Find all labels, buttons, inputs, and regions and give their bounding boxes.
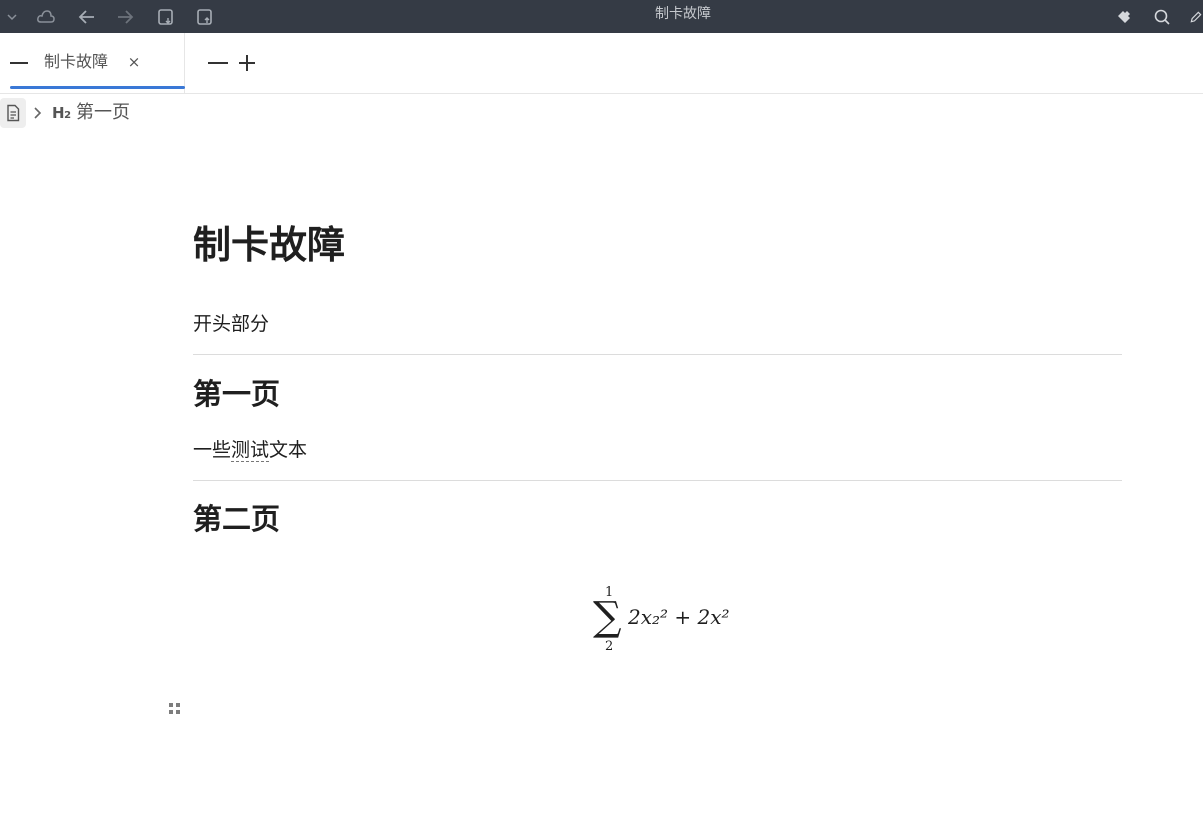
heading-level-icon: H2 [52,104,71,122]
document-icon[interactable] [0,98,26,128]
breadcrumb-item[interactable]: 第一页 [76,102,130,124]
chevron-right-icon [31,104,45,122]
plugin-icon[interactable] [1113,0,1135,33]
math-formula[interactable]: 1 ∑ 2 2x₂² + 2x² [593,580,733,660]
sum-sign-icon: ∑ [593,594,622,640]
window-title: 制卡故障 [655,6,711,22]
top-toolbar: 制卡故障 [0,0,1203,33]
tab-active-indicator [10,86,185,89]
spellcheck-underline: 测试 [231,439,270,462]
edit-icon[interactable] [1189,0,1203,33]
drag-handle-icon[interactable] [169,703,181,715]
intro-paragraph[interactable]: 开头部分 [193,311,269,337]
section-paragraph-1[interactable]: 一些测试文本 [193,437,307,463]
tab-label: 制卡故障 [44,52,109,71]
tab-close-icon[interactable]: × [126,51,142,73]
divider [193,480,1122,481]
tab-dash-icon [10,62,28,64]
section-heading-2[interactable]: 第二页 [193,501,280,537]
document-title[interactable]: 制卡故障 [193,222,345,268]
sum-lower-limit: 2 [605,639,613,654]
minimize-icon[interactable] [208,62,228,64]
section-heading-1[interactable]: 第一页 [193,376,280,412]
breadcrumb: H2 第一页 [0,98,400,128]
divider [193,354,1122,355]
tab-active[interactable]: 制卡故障 × [0,33,185,94]
tab-bar: 制卡故障 × [0,33,1203,94]
add-tab-icon[interactable] [237,53,257,73]
formula-body: 2x₂² + 2x² [627,605,730,629]
search-icon[interactable] [1151,0,1173,33]
